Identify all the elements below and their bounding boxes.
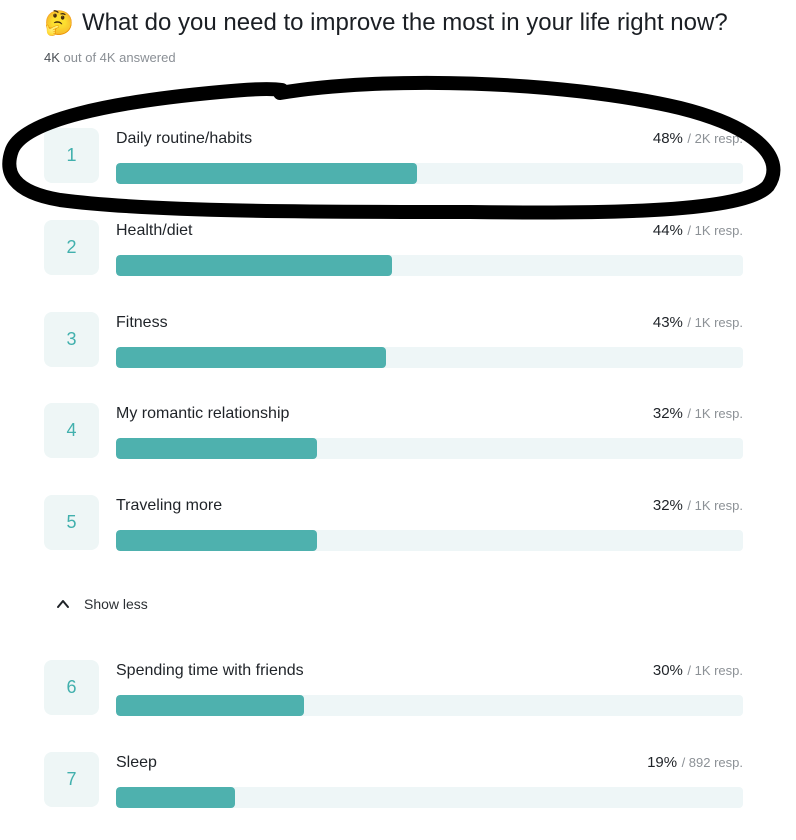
option-rank: 3: [44, 312, 99, 367]
option-bar-fill: [116, 530, 317, 551]
answered-number: 4K: [44, 50, 60, 65]
poll-option[interactable]: 5 Traveling more 32% / 1K resp.: [44, 495, 743, 551]
thinking-face-icon: 🤔: [44, 9, 74, 37]
option-percent: 43%: [652, 314, 683, 331]
option-bar-fill: [116, 255, 392, 276]
answered-text: out of 4K answered: [63, 50, 176, 65]
option-label: Traveling more: [116, 497, 223, 514]
poll-option[interactable]: 3 Fitness 43% / 1K resp.: [44, 312, 743, 368]
option-percent: 44%: [652, 222, 683, 239]
option-percent: 32%: [652, 497, 683, 514]
option-responses: / 2K resp.: [687, 131, 743, 146]
option-label: My romantic relationship: [116, 405, 290, 422]
option-stats: 30% / 1K resp.: [653, 662, 743, 680]
option-responses: / 1K resp.: [687, 315, 743, 330]
option-stats: 32% / 1K resp.: [653, 497, 743, 515]
option-label: Sleep: [116, 754, 157, 771]
option-responses: / 1K resp.: [687, 663, 743, 678]
option-bar-fill: [116, 347, 386, 368]
option-bar-track: [116, 530, 743, 551]
show-less-label: Show less: [84, 596, 148, 612]
option-stats: 48% / 2K resp.: [653, 130, 743, 148]
option-bar-fill: [116, 163, 417, 184]
option-bar-fill: [116, 695, 305, 716]
poll-option[interactable]: 7 Sleep 19% / 892 resp.: [44, 752, 743, 808]
option-rank: 1: [44, 128, 99, 183]
option-label: Fitness: [116, 314, 168, 331]
chevron-up-icon: [57, 600, 69, 608]
option-percent: 32%: [652, 405, 683, 422]
option-rank: 5: [44, 495, 99, 550]
option-label: Health/diet: [116, 222, 193, 239]
option-label: Daily routine/habits: [116, 130, 253, 147]
option-bar-track: [116, 438, 743, 459]
option-percent: 30%: [652, 662, 683, 679]
answered-count: 4K out of 4K answered: [44, 50, 176, 65]
option-responses: / 1K resp.: [687, 406, 743, 421]
option-responses: / 892 resp.: [681, 755, 743, 770]
poll-option[interactable]: 6 Spending time with friends 30% / 1K re…: [44, 660, 743, 716]
poll-option[interactable]: 1 Daily routine/habits 48% / 2K resp.: [44, 128, 743, 184]
option-percent: 48%: [652, 130, 683, 147]
option-stats: 19% / 892 resp.: [647, 754, 743, 772]
option-stats: 32% / 1K resp.: [653, 405, 743, 423]
option-percent: 19%: [647, 754, 678, 771]
option-rank: 6: [44, 660, 99, 715]
poll-option[interactable]: 4 My romantic relationship 32% / 1K resp…: [44, 403, 743, 459]
poll-header: 🤔 What do you need to improve the most i…: [44, 8, 728, 38]
option-rank: 4: [44, 403, 99, 458]
option-rank: 7: [44, 752, 99, 807]
option-responses: / 1K resp.: [687, 223, 743, 238]
option-responses: / 1K resp.: [687, 498, 743, 513]
show-less-button[interactable]: Show less: [56, 596, 148, 612]
option-bar-track: [116, 255, 743, 276]
option-label: Spending time with friends: [116, 662, 304, 679]
option-rank: 2: [44, 220, 99, 275]
poll-question: What do you need to improve the most in …: [82, 9, 728, 36]
option-bar-track: [116, 163, 743, 184]
option-bar-fill: [116, 787, 236, 808]
option-bar-track: [116, 347, 743, 368]
option-stats: 44% / 1K resp.: [653, 222, 743, 240]
option-bar-fill: [116, 438, 317, 459]
poll-option[interactable]: 2 Health/diet 44% / 1K resp.: [44, 220, 743, 276]
option-bar-track: [116, 695, 743, 716]
option-bar-track: [116, 787, 743, 808]
option-stats: 43% / 1K resp.: [653, 314, 743, 332]
